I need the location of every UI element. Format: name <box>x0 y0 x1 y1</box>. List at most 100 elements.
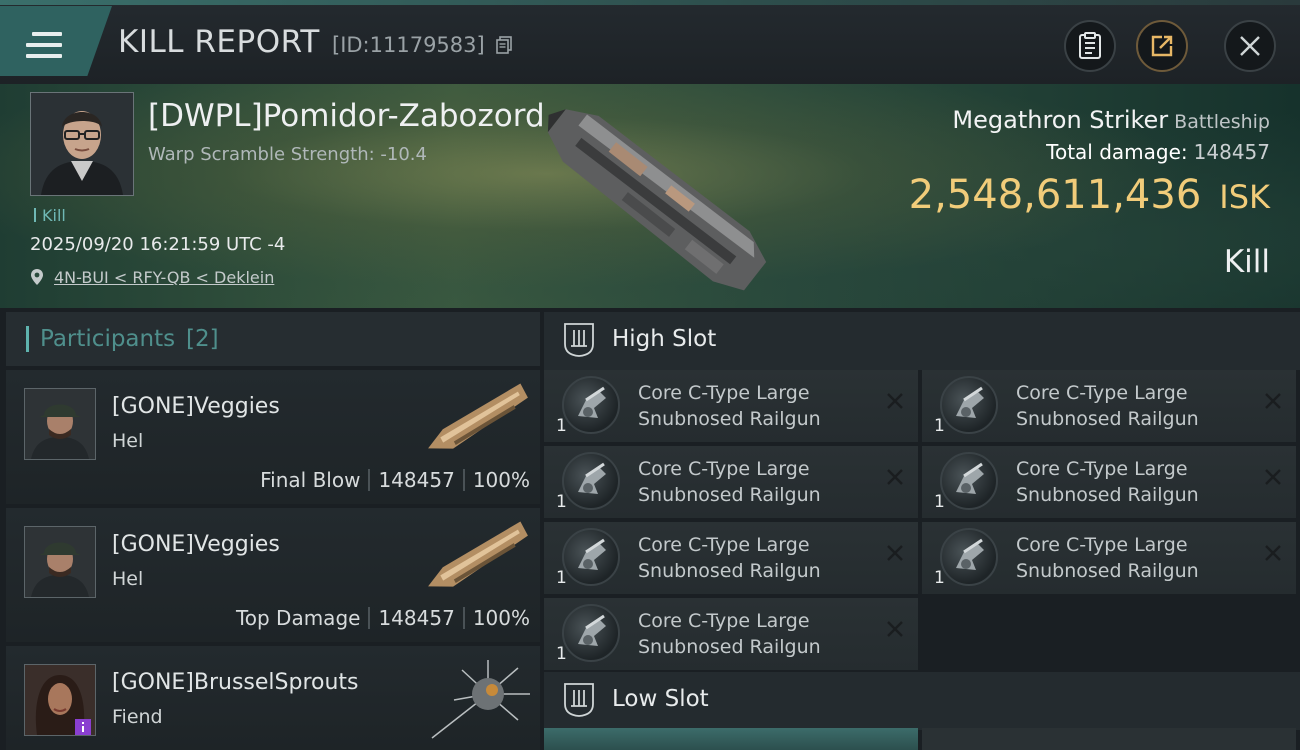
module-name-line: Snubnosed Railgun <box>638 484 821 506</box>
victim-portrait[interactable] <box>30 92 134 196</box>
railgun-icon <box>562 376 620 434</box>
close-icon[interactable] <box>886 392 904 410</box>
victim-name[interactable]: [DWPL]Pomidor-Zabozord <box>148 98 545 134</box>
low-slot-title: Low Slot <box>612 686 709 712</box>
railgun-icon <box>940 528 998 586</box>
participant-row[interactable]: [GONE]BrusselSprouts Fiend <box>6 646 540 750</box>
participant-name[interactable]: [GONE]Veggies <box>112 394 280 419</box>
module-name: Core C-Type Large Snubnosed Railgun <box>1016 380 1256 432</box>
participant-damage: 148457 <box>378 468 455 492</box>
module-name-line: Core C-Type Large <box>638 534 810 556</box>
low-slot-module[interactable] <box>544 728 918 750</box>
close-icon[interactable] <box>1264 544 1282 562</box>
participant-damage: 148457 <box>378 606 455 630</box>
participant-ship: Hel <box>112 430 144 452</box>
close-icon <box>1240 36 1260 56</box>
module-item[interactable]: 1 Core C-Type Large Snubnosed Railgun <box>544 446 918 518</box>
menu-button[interactable] <box>0 6 112 76</box>
module-quantity: 1 <box>556 568 567 588</box>
module-name-line: Core C-Type Large <box>638 382 810 404</box>
kill-timestamp: 2025/09/20 16:21:59 UTC -4 <box>30 234 286 255</box>
close-icon[interactable] <box>886 468 904 486</box>
slot-icon <box>564 323 594 357</box>
participant-percent: 100% <box>472 606 530 630</box>
ship-class: Battleship <box>1174 111 1270 133</box>
module-quantity: 1 <box>556 416 567 436</box>
location-link[interactable]: 4N-BUI < RFY-QB < Deklein <box>54 268 274 287</box>
divider <box>368 607 371 629</box>
module-name-line: Core C-Type Large <box>1016 458 1188 480</box>
participant-row[interactable]: [GONE]Veggies Hel Top Damage 148457 100% <box>6 508 540 642</box>
page-title: KILL REPORT <box>118 24 320 60</box>
participant-ship-image[interactable] <box>418 516 538 606</box>
close-button[interactable] <box>1224 20 1276 72</box>
module-item[interactable]: 1 Core C-Type Large Snubnosed Railgun <box>922 446 1296 518</box>
copy-icon[interactable] <box>496 36 512 54</box>
participant-ship: Hel <box>112 568 144 590</box>
close-icon[interactable] <box>1264 468 1282 486</box>
divider <box>462 469 465 491</box>
avatar <box>25 389 95 459</box>
participants-count: [2] <box>186 326 219 352</box>
participant-ship-image[interactable] <box>418 378 538 468</box>
module-name: Core C-Type Large Snubnosed Railgun <box>638 532 878 584</box>
victim-summary: [DWPL]Pomidor-Zabozord Warp Scramble Str… <box>0 84 1300 308</box>
participants-panel: Participants [2] [GONE]Veggies Hel Final… <box>6 312 540 750</box>
module-item[interactable]: 1 Core C-Type Large Snubnosed Railgun <box>922 370 1296 442</box>
avatar <box>25 527 95 597</box>
participant-portrait <box>24 664 96 736</box>
isk-value: 2,548,611,436 <box>908 172 1202 218</box>
total-damage-value: 148457 <box>1193 140 1270 164</box>
avatar <box>31 93 133 195</box>
module-item[interactable]: 1 Core C-Type Large Snubnosed Railgun <box>544 598 918 670</box>
module-name: Core C-Type Large Snubnosed Railgun <box>638 456 878 508</box>
participant-ship-image[interactable] <box>418 654 538 744</box>
high-slot-header: High Slot <box>544 312 1300 370</box>
module-name-line: Snubnosed Railgun <box>638 636 821 658</box>
report-id: [ID:11179583] <box>332 33 485 57</box>
module-name-line: Snubnosed Railgun <box>638 408 821 430</box>
railgun-icon <box>562 528 620 586</box>
location-pin-icon <box>31 269 43 285</box>
isk-unit: ISK <box>1219 178 1270 216</box>
victim-ship-image[interactable] <box>520 88 790 308</box>
kill-type-tag: Kill <box>34 206 66 225</box>
module-name-line: Core C-Type Large <box>1016 382 1188 404</box>
module-quantity: 1 <box>556 492 567 512</box>
module-quantity: 1 <box>934 568 945 588</box>
module-name-line: Snubnosed Railgun <box>1016 560 1199 582</box>
module-item[interactable]: 1 Core C-Type Large Snubnosed Railgun <box>544 370 918 442</box>
module-name-line: Snubnosed Railgun <box>1016 408 1199 430</box>
avatar <box>25 665 95 735</box>
close-icon[interactable] <box>886 544 904 562</box>
share-button[interactable] <box>1136 20 1188 72</box>
close-icon[interactable] <box>886 620 904 638</box>
module-name-line: Core C-Type Large <box>638 458 810 480</box>
divider <box>368 469 371 491</box>
module-quantity: 1 <box>934 416 945 436</box>
participant-role: Final Blow <box>260 468 361 492</box>
participant-name[interactable]: [GONE]BrusselSprouts <box>112 670 359 695</box>
menu-icon[interactable] <box>26 32 62 60</box>
ship-type[interactable]: Megathron Striker Battleship <box>952 106 1270 134</box>
ship-name: Megathron Striker <box>952 106 1169 134</box>
railgun-icon <box>562 452 620 510</box>
participant-stats: Top Damage 148457 100% <box>236 606 530 630</box>
participant-stats: Final Blow 148457 100% <box>260 468 530 492</box>
slot-icon <box>564 683 594 717</box>
participant-row[interactable]: [GONE]Veggies Hel Final Blow 148457 100% <box>6 370 540 504</box>
participant-portrait <box>24 388 96 460</box>
high-slot-title: High Slot <box>612 326 717 352</box>
warp-scramble-strength: Warp Scramble Strength: -10.4 <box>148 144 427 165</box>
low-slot-module[interactable] <box>922 728 1296 750</box>
module-item[interactable]: 1 Core C-Type Large Snubnosed Railgun <box>544 522 918 594</box>
participant-ship: Fiend <box>112 706 163 728</box>
module-quantity: 1 <box>556 644 567 664</box>
top-bar: KILL REPORT [ID:11179583] <box>0 0 1300 84</box>
close-icon[interactable] <box>1264 392 1282 410</box>
participant-name[interactable]: [GONE]Veggies <box>112 532 280 557</box>
railgun-icon <box>940 376 998 434</box>
clipboard-button[interactable] <box>1064 20 1116 72</box>
module-item[interactable]: 1 Core C-Type Large Snubnosed Railgun <box>922 522 1296 594</box>
participants-title: Participants <box>40 326 176 352</box>
